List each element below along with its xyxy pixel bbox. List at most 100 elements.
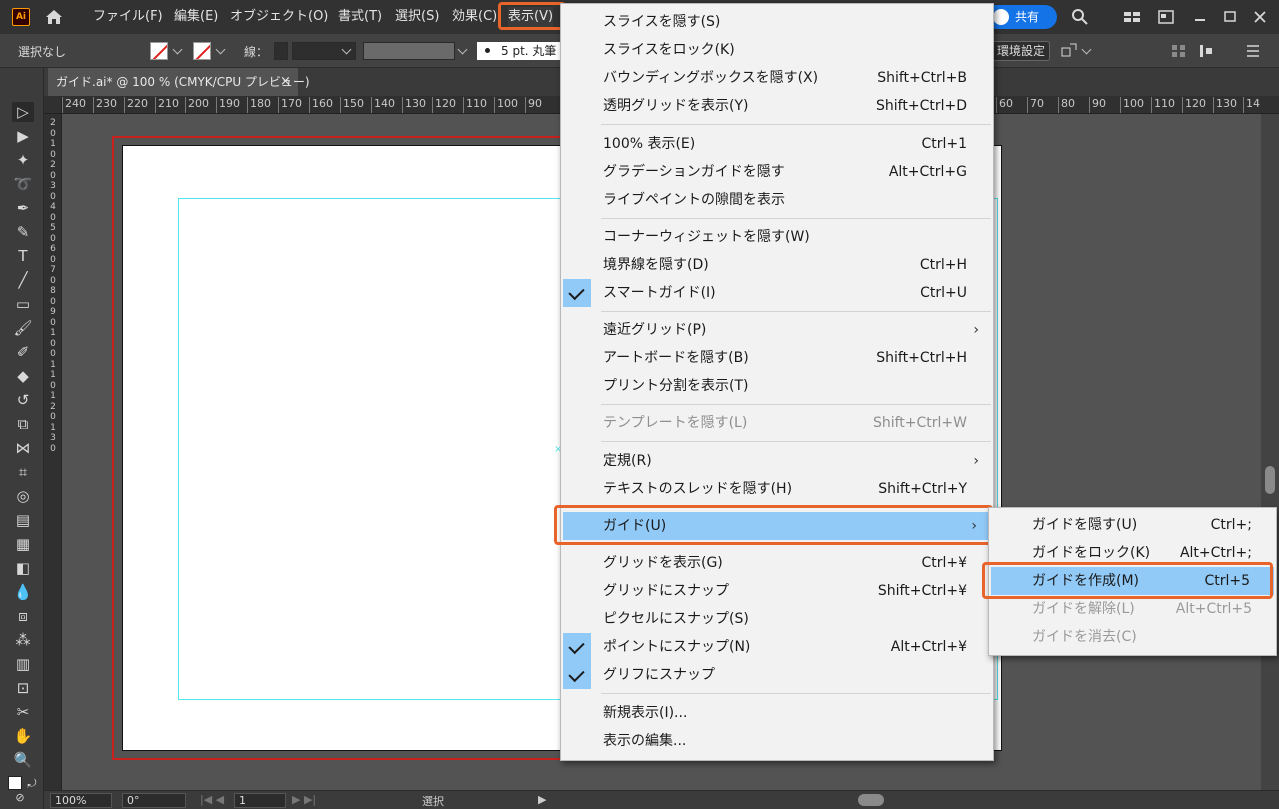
magic-wand-tool-icon[interactable]: ✦: [12, 150, 34, 170]
shaper-tool-icon[interactable]: ✐: [12, 342, 34, 362]
maximize-icon[interactable]: [1221, 8, 1239, 26]
vertical-scroll-thumb[interactable]: [1265, 466, 1275, 494]
vertical-scrollbar[interactable]: [1261, 114, 1279, 790]
menu-item-hide-artboards[interactable]: アートボードを隠す(B) Shift+Ctrl+H: [561, 344, 993, 372]
stroke-dropdown-icon[interactable]: [215, 44, 226, 55]
status-arrow-icon[interactable]: ▶: [538, 793, 546, 806]
document-tab[interactable]: ガイド.ai* @ 100 % (CMYK/CPU プレビュー): [48, 68, 310, 96]
menu-item-show-print-tiling[interactable]: プリント分割を表示(T): [561, 372, 993, 400]
close-window-icon[interactable]: [1251, 8, 1269, 26]
curvature-tool-icon[interactable]: ✎: [12, 222, 34, 242]
menu-item-snap-to-grid[interactable]: グリッドにスナップ Shift+Ctrl+¥: [561, 577, 993, 605]
stroke-swatch[interactable]: [193, 42, 211, 60]
profile-dropdown-icon[interactable]: [457, 44, 468, 55]
horizontal-scroll-thumb[interactable]: [858, 794, 884, 806]
ruler-corner[interactable]: [44, 96, 62, 114]
distribute-icon[interactable]: [1198, 42, 1224, 60]
workspace-icon[interactable]: [1123, 8, 1141, 26]
artboard-number-field[interactable]: 1: [234, 793, 286, 808]
menu-item-hide-text-threads[interactable]: テキストのスレッドを隠す(H) Shift+Ctrl+Y: [561, 475, 993, 503]
menu-item-snap-to-glyph[interactable]: グリフにスナップ: [561, 661, 993, 689]
fill-dropdown-icon[interactable]: [172, 44, 183, 55]
menu-item-smart-guides[interactable]: スマートガイド(I) Ctrl+U: [561, 279, 993, 307]
menu-item-snap-to-pixel[interactable]: ピクセルにスナップ(S): [561, 605, 993, 633]
selection-tool-icon[interactable]: ▷: [12, 102, 34, 122]
menu-type[interactable]: 書式(T): [338, 7, 382, 27]
menu-item-hide-corner-widget[interactable]: コーナーウィジェットを隠す(W): [561, 223, 993, 251]
stroke-color-icon[interactable]: ⊘: [12, 790, 28, 804]
type-tool-icon[interactable]: T: [12, 246, 34, 266]
share-button[interactable]: 共有: [985, 5, 1057, 29]
pen-tool-icon[interactable]: ✒: [12, 198, 34, 218]
shape-builder-tool-icon[interactable]: ◎: [12, 486, 34, 506]
next-artboard-icon[interactable]: ▶ ▶|: [292, 793, 316, 806]
menu-select[interactable]: 選択(S): [395, 7, 439, 27]
menu-object[interactable]: オブジェクト(O): [230, 7, 328, 27]
menu-item-new-view[interactable]: 新規表示(I)...: [561, 699, 993, 727]
blend-tool-icon[interactable]: ⧈: [12, 606, 34, 626]
perspective-grid-tool-icon[interactable]: ▤: [12, 510, 34, 530]
fill-swatch[interactable]: [150, 42, 168, 60]
submenu-item-hide-guides[interactable]: ガイドを隠す(U) Ctrl+;: [989, 511, 1276, 539]
menu-item-actual-size[interactable]: 100% 表示(E) Ctrl+1: [561, 130, 993, 158]
minimize-icon[interactable]: [1191, 8, 1209, 26]
rotation-field[interactable]: 0°: [122, 793, 186, 808]
submenu-item-make-guides[interactable]: ガイドを作成(M) Ctrl+5: [991, 567, 1274, 595]
line-tool-icon[interactable]: ╱: [12, 270, 34, 290]
symbol-sprayer-tool-icon[interactable]: ⁂: [12, 630, 34, 650]
slice-tool-icon[interactable]: ✂: [12, 702, 34, 722]
menu-item-edit-views[interactable]: 表示の編集...: [561, 727, 993, 755]
panel-menu-icon[interactable]: [1244, 42, 1262, 60]
menu-item-lock-slices[interactable]: スライスをロック(K): [561, 36, 993, 64]
align-icon[interactable]: [1170, 42, 1188, 60]
rotate-tool-icon[interactable]: ↺: [12, 390, 34, 410]
preferences-button[interactable]: 環境設定: [990, 41, 1050, 61]
menu-view[interactable]: 表示(V): [508, 7, 554, 27]
menu-effect[interactable]: 効果(C): [452, 7, 497, 27]
menu-item-hide-edges[interactable]: 境界線を隠す(D) Ctrl+H: [561, 251, 993, 279]
hand-tool-icon[interactable]: ✋: [12, 726, 34, 746]
eraser-tool-icon[interactable]: ◆: [12, 366, 34, 386]
zoom-tool-icon[interactable]: 🔍: [12, 750, 34, 770]
menu-item-rulers[interactable]: 定規(R) ›: [561, 447, 993, 475]
paintbrush-tool-icon[interactable]: 🖌: [12, 318, 34, 338]
zoom-field[interactable]: 100%: [50, 793, 112, 808]
swap-colors-icon[interactable]: ⤾: [26, 777, 38, 790]
lasso-tool-icon[interactable]: ➰: [12, 174, 34, 194]
brush-definition[interactable]: 5 pt. 丸筆: [477, 42, 562, 60]
submenu-item-lock-guides[interactable]: ガイドをロック(K) Alt+Ctrl+;: [989, 539, 1276, 567]
menu-file[interactable]: ファイル(F): [93, 7, 163, 27]
width-tool-icon[interactable]: ⋈: [12, 438, 34, 458]
menu-edit[interactable]: 編集(E): [174, 7, 218, 27]
direct-selection-tool-icon[interactable]: ▶: [12, 126, 34, 146]
variable-width-profile[interactable]: [363, 42, 455, 60]
menu-item-hide-slices[interactable]: スライスを隠す(S): [561, 8, 993, 36]
stroke-weight-stepper[interactable]: [274, 42, 288, 60]
search-icon[interactable]: [1071, 8, 1089, 26]
transform-dropdown-icon[interactable]: [1081, 44, 1092, 55]
vertical-ruler[interactable]: 20102030405060708090100110120130: [44, 114, 62, 790]
scale-tool-icon[interactable]: ⧉: [12, 414, 34, 434]
menu-item-guides[interactable]: ガイド(U) ›: [563, 512, 991, 540]
gradient-tool-icon[interactable]: ◧: [12, 558, 34, 578]
menu-item-show-grid[interactable]: グリッドを表示(G) Ctrl+¥: [561, 549, 993, 577]
free-transform-tool-icon[interactable]: ⌗: [12, 462, 34, 482]
arrange-documents-icon[interactable]: [1157, 8, 1175, 26]
menu-item-snap-to-point[interactable]: ポイントにスナップ(N) Alt+Ctrl+¥: [561, 633, 993, 661]
eyedropper-tool-icon[interactable]: 💧: [12, 582, 34, 602]
column-graph-tool-icon[interactable]: ▥: [12, 654, 34, 674]
ruler-tick-label: 100: [1120, 97, 1144, 113]
close-tab-icon[interactable]: ×: [280, 74, 291, 89]
menu-item-perspective-grid[interactable]: 遠近グリッド(P) ›: [561, 316, 993, 344]
artboard-tool-icon[interactable]: ⊡: [12, 678, 34, 698]
menu-item-show-live-paint-gaps[interactable]: ライブペイントの隙間を表示: [561, 186, 993, 214]
menu-item-hide-bounding-box[interactable]: バウンディングボックスを隠す(X) Shift+Ctrl+B: [561, 64, 993, 92]
mesh-tool-icon[interactable]: ▦: [12, 534, 34, 554]
rectangle-tool-icon[interactable]: ▭: [12, 294, 34, 314]
transform-icon[interactable]: [1060, 42, 1078, 60]
menu-item-hide-gradient-annotator[interactable]: グラデーションガイドを隠す Alt+Ctrl+G: [561, 158, 993, 186]
first-artboard-icon[interactable]: |◀ ◀: [200, 793, 224, 806]
fill-color-icon[interactable]: [8, 776, 22, 790]
menu-item-show-transparency-grid[interactable]: 透明グリッドを表示(Y) Shift+Ctrl+D: [561, 92, 993, 120]
home-icon[interactable]: [44, 7, 64, 27]
